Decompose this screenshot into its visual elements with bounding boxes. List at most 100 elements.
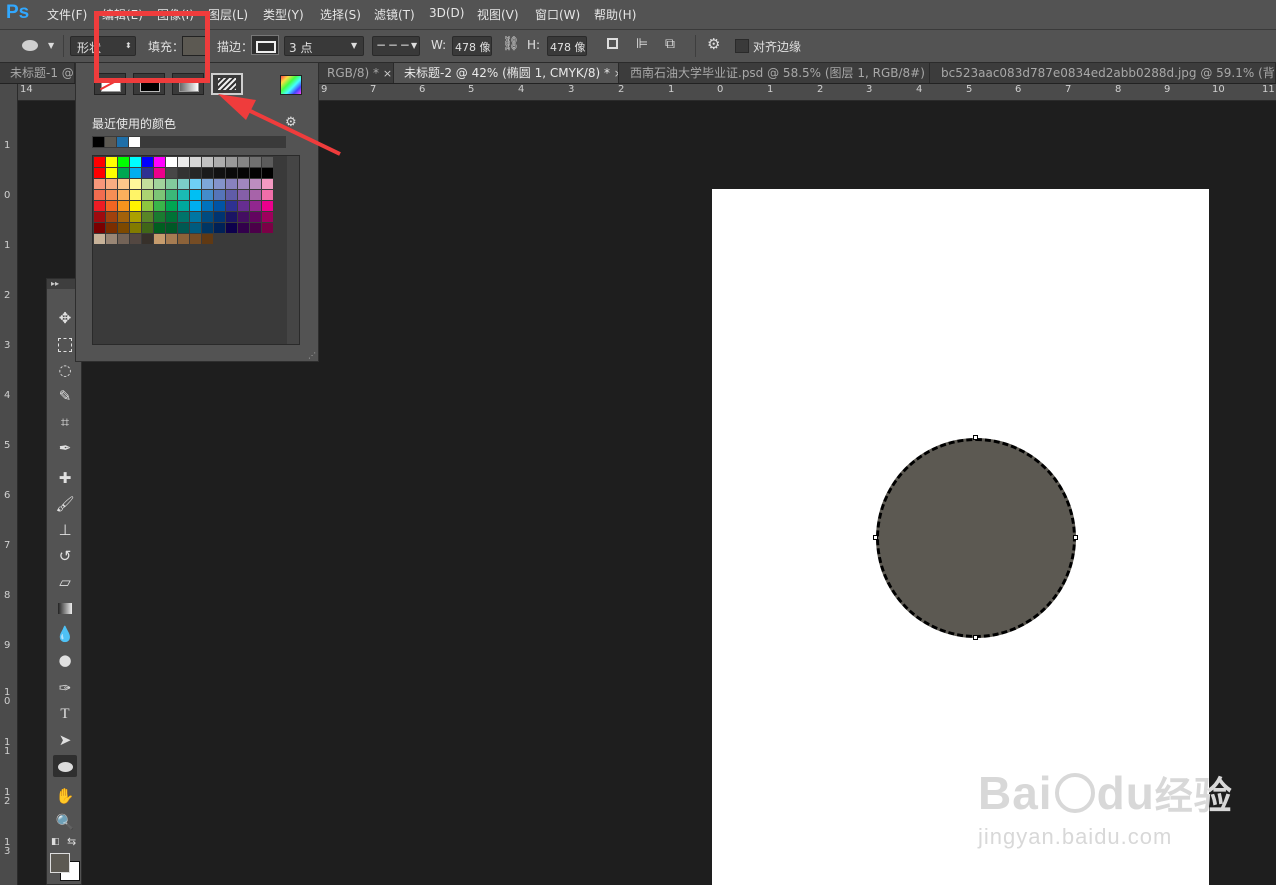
swatches-grid[interactable] (92, 155, 300, 345)
color-swatch[interactable] (106, 168, 117, 178)
recent-color-swatch[interactable] (93, 137, 104, 147)
eyedropper-tool-icon[interactable]: ✒ (53, 437, 77, 459)
color-swatch[interactable] (94, 190, 105, 200)
color-swatch[interactable] (118, 201, 129, 211)
color-swatch[interactable] (190, 168, 201, 178)
move-tool-icon[interactable]: ✥ (53, 307, 77, 329)
anchor-point[interactable] (873, 535, 878, 540)
color-swatch[interactable] (106, 234, 117, 244)
color-swatch[interactable] (214, 190, 225, 200)
color-swatch[interactable] (226, 168, 237, 178)
color-swatch[interactable] (142, 190, 153, 200)
menu-window[interactable]: 窗口(W) (535, 6, 580, 23)
menu-file[interactable]: 文件(F) (47, 6, 87, 23)
color-swatch[interactable] (118, 179, 129, 189)
color-swatch[interactable] (106, 157, 117, 167)
color-swatch[interactable] (190, 190, 201, 200)
color-swatch[interactable] (202, 201, 213, 211)
close-icon[interactable]: × (383, 67, 392, 80)
pen-tool-icon[interactable]: ✑ (53, 677, 77, 699)
color-swatch[interactable] (94, 168, 105, 178)
color-swatch[interactable] (226, 179, 237, 189)
color-swatch[interactable] (226, 201, 237, 211)
color-swatch[interactable] (166, 179, 177, 189)
align-edges-checkbox[interactable] (735, 39, 749, 53)
path-alignment-icon[interactable]: ⊫ (636, 36, 648, 52)
gradient-tool-icon[interactable] (53, 597, 77, 619)
color-swatch[interactable] (202, 190, 213, 200)
anchor-point[interactable] (1073, 535, 1078, 540)
color-swatch[interactable] (214, 168, 225, 178)
color-swatch[interactable] (94, 212, 105, 222)
color-swatch[interactable] (250, 223, 261, 233)
color-swatch[interactable] (214, 212, 225, 222)
color-swatch[interactable] (202, 223, 213, 233)
color-swatch[interactable] (166, 212, 177, 222)
healing-brush-tool-icon[interactable]: ✚ (53, 467, 77, 489)
color-swatch[interactable] (262, 168, 273, 178)
color-swatch[interactable] (130, 201, 141, 211)
color-swatch[interactable] (142, 179, 153, 189)
color-swatch[interactable] (238, 190, 249, 200)
color-swatch[interactable] (214, 179, 225, 189)
color-swatch[interactable] (250, 190, 261, 200)
color-swatch[interactable] (154, 234, 165, 244)
color-swatch[interactable] (142, 223, 153, 233)
color-swatch[interactable] (118, 234, 129, 244)
stroke-swatch[interactable] (251, 35, 279, 55)
foreground-color-swatch[interactable] (50, 853, 70, 873)
color-swatch[interactable] (142, 234, 153, 244)
color-swatch[interactable] (154, 168, 165, 178)
color-swatch[interactable] (154, 223, 165, 233)
color-swatch[interactable] (178, 157, 189, 167)
color-swatch[interactable] (154, 201, 165, 211)
vertical-ruler[interactable]: 1 0 1 2 3 4 5 6 7 8 9 1 0 1 1 1 2 1 3 (0, 84, 18, 885)
history-brush-tool-icon[interactable]: ↺ (53, 545, 77, 567)
color-swatch[interactable] (178, 201, 189, 211)
recent-color-swatch[interactable] (117, 137, 128, 147)
color-swatch[interactable] (94, 179, 105, 189)
color-swatch[interactable] (130, 190, 141, 200)
color-swatch[interactable] (226, 212, 237, 222)
path-arrangement-icon[interactable]: ⧉ (665, 36, 675, 52)
tab-document-2[interactable]: 未标题-2 @ 42% (椭圆 1, CMYK/8) * × (394, 63, 619, 83)
tab-document-1[interactable]: 未标题-1 @ (0, 63, 75, 83)
color-swatch[interactable] (202, 179, 213, 189)
resize-handle-icon[interactable]: ⋰ (308, 351, 316, 360)
color-swatch[interactable] (130, 157, 141, 167)
swap-colors-icon[interactable]: ⇆ (67, 835, 76, 848)
color-swatch[interactable] (178, 212, 189, 222)
tab-document-3[interactable]: 西南石油大学毕业证.psd @ 58.5% (图层 1, RGB/8#) × (620, 63, 930, 83)
color-swatch[interactable] (190, 234, 201, 244)
color-swatch[interactable] (250, 179, 261, 189)
color-swatch[interactable] (142, 157, 153, 167)
color-swatch[interactable] (154, 179, 165, 189)
color-swatch[interactable] (106, 179, 117, 189)
anchor-point[interactable] (973, 635, 978, 640)
color-swatch[interactable] (262, 179, 273, 189)
color-swatch[interactable] (94, 201, 105, 211)
menu-filter[interactable]: 滤镜(T) (374, 6, 415, 23)
color-swatch[interactable] (118, 157, 129, 167)
color-swatch[interactable] (166, 234, 177, 244)
color-swatch[interactable] (178, 168, 189, 178)
gear-icon[interactable]: ⚙ (707, 35, 720, 53)
ellipse-tool-icon[interactable] (53, 755, 77, 777)
color-swatch[interactable] (262, 190, 273, 200)
scrollbar[interactable] (287, 156, 299, 344)
menu-layer[interactable]: 图层(L) (208, 6, 248, 23)
color-swatch[interactable] (190, 179, 201, 189)
color-swatch[interactable] (142, 201, 153, 211)
stroke-width-field[interactable]: 3 点 ▼ (284, 36, 364, 56)
path-selection-tool-icon[interactable]: ➤ (53, 729, 77, 751)
color-swatch[interactable] (154, 212, 165, 222)
color-swatch[interactable] (166, 223, 177, 233)
default-colors-icon[interactable]: ◧ (51, 837, 60, 847)
color-swatch[interactable] (178, 234, 189, 244)
dodge-tool-icon[interactable]: ● (53, 649, 77, 671)
height-field[interactable]: 478 像 (547, 36, 587, 56)
color-swatch[interactable] (130, 168, 141, 178)
tab-document-4[interactable]: bc523aac083d787e0834ed2abb0288d.jpg @ 59… (931, 63, 1276, 83)
color-swatch[interactable] (178, 223, 189, 233)
color-swatch[interactable] (94, 223, 105, 233)
